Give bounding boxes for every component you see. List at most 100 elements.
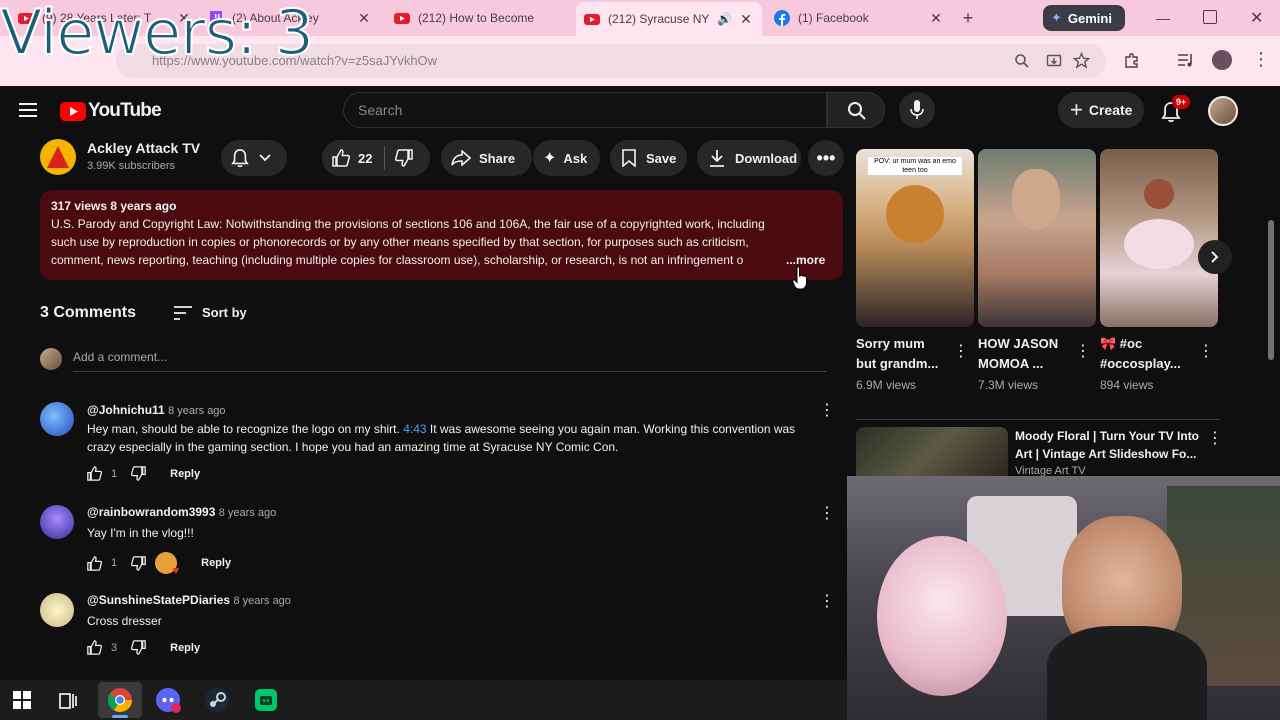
thumbs-up-icon[interactable] [332, 149, 350, 167]
browser-tab-active[interactable]: (212) Syracuse NY 🔊 ✕ [576, 2, 762, 36]
thumbs-up-icon[interactable] [87, 640, 102, 655]
browser-tab[interactable]: (1) Facebook ✕ [766, 4, 952, 32]
commenter-avatar[interactable] [40, 505, 74, 539]
zoom-icon[interactable] [1014, 53, 1030, 69]
task-view-icon[interactable] [54, 686, 82, 714]
short-title-line: HOW JASON [978, 336, 1059, 351]
profile-avatar[interactable] [1212, 50, 1232, 70]
comment-menu-icon[interactable]: ⋮ [819, 503, 835, 523]
channel-name[interactable]: Ackley Attack TV [87, 140, 200, 156]
comment-text: Cross dresser [87, 614, 162, 628]
view-stats: 317 views 8 years ago [51, 199, 177, 213]
chevron-down-icon [259, 154, 271, 162]
chrome-taskbar-button[interactable] [98, 682, 142, 718]
subscription-bell-button[interactable] [221, 140, 287, 176]
short-figure [1012, 169, 1060, 229]
recommended-menu-icon[interactable]: ⋮ [1207, 428, 1223, 448]
like-count[interactable]: 22 [358, 151, 372, 166]
page-scrollbar[interactable] [1268, 220, 1274, 360]
description-line: such use by reproduction in copies or ph… [51, 235, 749, 249]
comment-timestamp-link[interactable]: 4:43 [403, 422, 426, 436]
hamburger-menu-icon[interactable] [19, 102, 37, 118]
short-thumbnail[interactable] [978, 149, 1096, 327]
recommended-title[interactable]: Moody Floral | Turn Your TV Into Art | Vi… [1015, 427, 1205, 463]
short-caption: POV: ur mum was an emo teen too [868, 157, 962, 175]
media-controls-icon[interactable] [1177, 52, 1195, 68]
thumbs-up-icon[interactable] [87, 466, 102, 481]
thumbs-down-icon[interactable] [131, 640, 146, 655]
youtube-logo[interactable]: YouTube [60, 100, 162, 122]
sparkle-icon: ✦ [543, 150, 557, 167]
reply-button[interactable]: Reply [201, 557, 231, 569]
comment-username[interactable]: @SunshineStatePDiaries [87, 593, 230, 607]
sort-label: Sort by [202, 305, 247, 320]
comment-menu-icon[interactable]: ⋮ [819, 400, 835, 420]
browser-tab[interactable]: (212) How to Become [386, 4, 576, 32]
search-button[interactable] [827, 92, 885, 128]
add-comment-input[interactable]: Add a comment... [73, 350, 827, 372]
save-button[interactable]: Save [610, 140, 687, 176]
discord-icon[interactable] [154, 686, 182, 714]
reply-button[interactable]: Reply [170, 468, 200, 480]
close-tab-icon[interactable]: ✕ [356, 10, 372, 27]
active-indicator [112, 715, 128, 718]
comment-time: 8 years ago [168, 405, 226, 417]
reply-button[interactable]: Reply [170, 642, 200, 654]
short-thumbnail[interactable]: POV: ur mum was an emo teen too [856, 149, 974, 327]
short-thumbnail[interactable] [1100, 149, 1218, 327]
shorts-next-button[interactable] [1198, 240, 1232, 274]
comments-count: 3 Comments [40, 304, 137, 321]
close-tab-icon[interactable]: ✕ [738, 11, 754, 28]
thumbs-down-icon[interactable] [131, 555, 146, 571]
restore-window-icon[interactable] [1203, 10, 1217, 24]
channel-avatar[interactable] [40, 139, 76, 175]
install-app-icon[interactable] [1046, 53, 1062, 69]
youtube-play-logo-icon [60, 101, 86, 121]
comment-author[interactable]: @rainbowrandom3993 8 years ago [87, 505, 276, 519]
short-title[interactable]: Sorry mum but grandm... [856, 334, 938, 374]
comment-text-part: Hey man, should be able to recognize the… [87, 422, 404, 436]
show-more-link[interactable]: ...more [786, 253, 825, 267]
short-menu-icon[interactable]: ⋮ [1198, 341, 1214, 361]
more-horizontal-icon: ••• [816, 147, 836, 168]
comment-author[interactable]: @Johnichu11 8 years ago [87, 403, 226, 417]
short-menu-icon[interactable]: ⋮ [953, 341, 969, 361]
windows-start-icon[interactable] [8, 686, 36, 714]
bookmark-star-icon[interactable] [1073, 52, 1090, 69]
sort-comments-button[interactable]: Sort by [174, 305, 247, 320]
short-title[interactable]: 🎀 #oc #occosplay... [1100, 334, 1181, 374]
browser-menu-icon[interactable]: ⋮ [1252, 49, 1270, 69]
share-label: Share [479, 150, 516, 166]
comment-menu-icon[interactable]: ⋮ [819, 591, 835, 611]
search-input[interactable]: Search [343, 92, 827, 128]
audio-playing-icon[interactable]: 🔊 [717, 12, 732, 26]
short-title[interactable]: HOW JASON MOMOA ... [978, 334, 1058, 374]
plush-toy [877, 536, 1007, 696]
minimize-window-icon[interactable]: — [1156, 10, 1172, 26]
voice-search-button[interactable] [899, 92, 935, 128]
recommended-thumbnail[interactable] [856, 427, 1008, 476]
account-avatar[interactable] [1208, 96, 1238, 126]
close-window-icon[interactable]: ✕ [1250, 8, 1266, 27]
streaming-app-icon[interactable] [252, 686, 280, 714]
steam-icon[interactable] [203, 686, 231, 714]
comment-author[interactable]: @SunshineStatePDiaries 8 years ago [87, 593, 291, 607]
thumbs-down-icon[interactable] [131, 466, 146, 481]
ask-button[interactable]: ✦ Ask [533, 140, 600, 176]
thumbs-up-icon[interactable] [87, 555, 102, 571]
comment-username[interactable]: @Johnichu11 [87, 403, 165, 417]
short-menu-icon[interactable]: ⋮ [1075, 341, 1091, 361]
extensions-icon[interactable] [1123, 51, 1141, 69]
new-tab-button[interactable]: + [958, 8, 978, 28]
commenter-avatar[interactable] [40, 593, 74, 627]
thumbs-down-icon[interactable] [395, 149, 414, 167]
comment-username[interactable]: @rainbowrandom3993 [87, 505, 215, 519]
commenter-avatar[interactable] [40, 402, 74, 436]
video-description[interactable]: 317 views 8 years ago U.S. Parody and Co… [40, 190, 843, 280]
more-actions-button[interactable]: ••• [808, 140, 844, 176]
download-button[interactable]: Download [697, 140, 801, 176]
create-button[interactable]: + Create [1058, 92, 1144, 128]
close-tab-icon[interactable]: ✕ [928, 10, 944, 27]
gemini-button[interactable]: ✦ Gemini [1043, 5, 1125, 31]
share-button[interactable]: Share [441, 140, 532, 176]
